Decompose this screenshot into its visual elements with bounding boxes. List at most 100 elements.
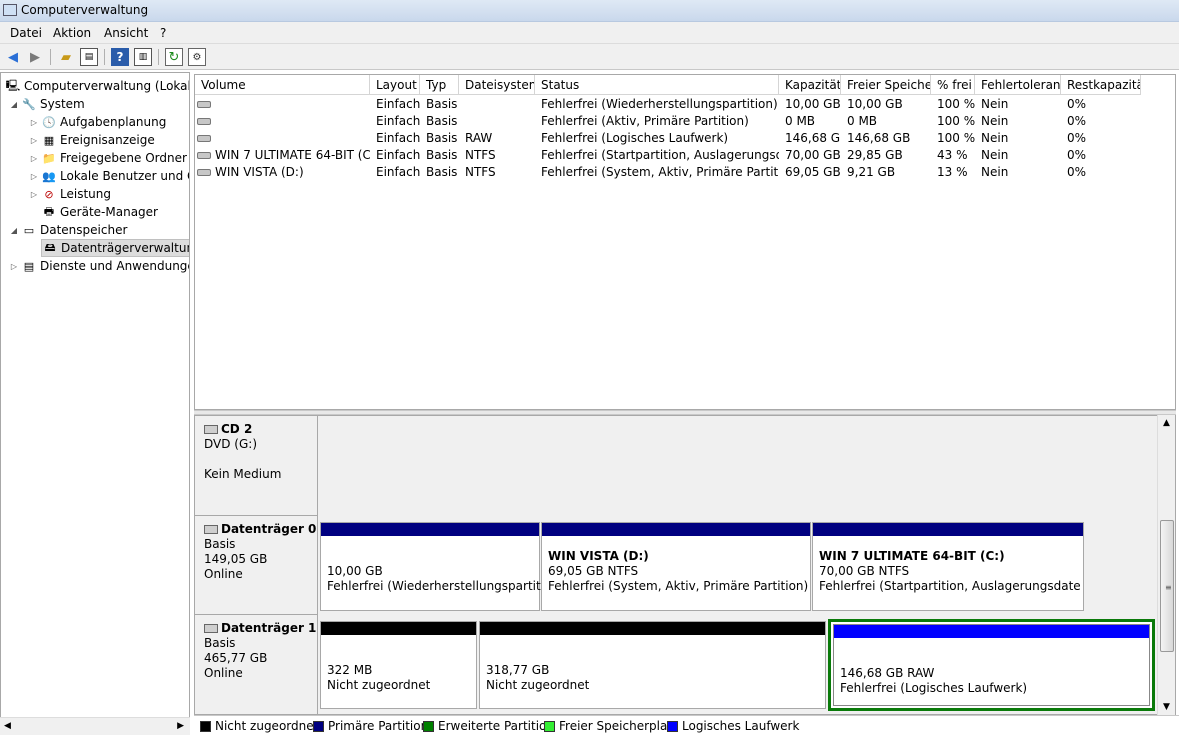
table-cell[interactable]: Einfach (370, 147, 420, 164)
scroll-right-icon[interactable]: ▶ (177, 721, 184, 731)
disk-info-disk0[interactable]: Datenträger 0 Basis 149,05 GB Online (195, 516, 318, 615)
volume-name-cell[interactable] (195, 130, 370, 147)
table-cell[interactable]: Fehlerfrei (Startpartition, Auslagerungs… (535, 147, 779, 164)
table-cell[interactable]: Basis (420, 96, 459, 113)
partition-win-vista[interactable]: WIN VISTA (D:) 69,05 GB NTFS Fehlerfrei … (541, 522, 811, 611)
table-cell[interactable]: Fehlerfrei (Aktiv, Primäre Partition) (535, 113, 779, 130)
table-cell[interactable]: 100 % (931, 96, 975, 113)
table-cell[interactable]: 10,00 GB (841, 96, 931, 113)
table-cell[interactable]: Einfach (370, 113, 420, 130)
table-cell[interactable]: 43 % (931, 147, 975, 164)
tree-horizontal-scrollbar[interactable]: ◀ ▶ (0, 717, 190, 735)
table-cell[interactable] (459, 96, 535, 113)
disk-pane-vertical-scrollbar[interactable]: ▲ ≡ ▼ (1157, 415, 1175, 715)
up-folder-icon[interactable]: ▰ (57, 48, 75, 66)
partition-logical-drive[interactable]: 146,68 GB RAW Fehlerfrei (Logisches Lauf… (833, 624, 1150, 706)
scroll-left-icon[interactable]: ◀ (4, 721, 11, 731)
menu-ansicht[interactable]: Ansicht (104, 26, 148, 40)
table-cell[interactable]: Fehlerfrei (Logisches Laufwerk) (535, 130, 779, 147)
tree-item-system[interactable]: ◢ 🔧 System (9, 95, 85, 113)
menu-aktion[interactable]: Aktion (53, 26, 91, 40)
menu-help[interactable]: ? (160, 26, 166, 40)
table-cell[interactable]: Einfach (370, 130, 420, 147)
back-arrow-icon[interactable]: ◀ (4, 48, 22, 66)
table-cell[interactable]: 0% (1061, 96, 1141, 113)
settings-icon[interactable]: ⚙ (188, 48, 206, 66)
table-cell[interactable]: Nein (975, 147, 1061, 164)
table-cell[interactable]: 13 % (931, 164, 975, 181)
table-cell[interactable] (459, 113, 535, 130)
table-cell[interactable]: 69,05 GB (779, 164, 841, 181)
expanded-arrow-icon[interactable]: ◢ (9, 226, 19, 235)
refresh-icon[interactable]: ↻ (165, 48, 183, 66)
forward-arrow-icon[interactable]: ▶ (26, 48, 44, 66)
table-cell[interactable]: Nein (975, 113, 1061, 130)
partition-unallocated-2[interactable]: 318,77 GB Nicht zugeordnet (479, 621, 826, 709)
tree-item-root[interactable]: 🖳 Computerverwaltung (Lokal) (5, 77, 189, 95)
table-cell[interactable]: 0% (1061, 147, 1141, 164)
table-cell[interactable]: Einfach (370, 164, 420, 181)
column-header-kapazitaet[interactable]: Kapazität (779, 75, 841, 95)
table-cell[interactable]: 0 MB (841, 113, 931, 130)
collapsed-arrow-icon[interactable]: ▷ (29, 190, 39, 199)
properties-icon[interactable]: ▥ (134, 48, 152, 66)
show-hide-tree-icon[interactable]: ▤ (80, 48, 98, 66)
tree-item-lokale-benutzer[interactable]: ▷👥 Lokale Benutzer und Gruppen (29, 167, 189, 185)
table-cell[interactable]: 10,00 GB (779, 96, 841, 113)
table-cell[interactable]: 146,68 GB (779, 130, 841, 147)
table-cell[interactable]: Nein (975, 164, 1061, 181)
table-cell[interactable]: 100 % (931, 130, 975, 147)
collapsed-arrow-icon[interactable]: ▷ (9, 262, 19, 271)
table-cell[interactable]: Fehlerfrei (System, Aktiv, Primäre Parti… (535, 164, 779, 181)
tree-item-geraete-manager[interactable]: 🖶 Geräte-Manager (41, 203, 158, 221)
partition-extended[interactable]: 146,68 GB RAW Fehlerfrei (Logisches Lauf… (828, 619, 1155, 711)
column-header-status[interactable]: Status (535, 75, 779, 95)
table-cell[interactable]: 100 % (931, 113, 975, 130)
collapsed-arrow-icon[interactable]: ▷ (29, 154, 39, 163)
table-cell[interactable]: 0% (1061, 164, 1141, 181)
disk-info-disk1[interactable]: Datenträger 1 Basis 465,77 GB Online (195, 615, 318, 714)
volume-name-cell[interactable]: WIN 7 ULTIMATE 64-BIT (C:) (195, 147, 370, 164)
scroll-up-icon[interactable]: ▲ (1163, 418, 1170, 428)
column-header-volume[interactable]: Volume (195, 75, 370, 95)
table-cell[interactable]: 0 MB (779, 113, 841, 130)
table-cell[interactable]: Basis (420, 113, 459, 130)
table-cell[interactable]: RAW (459, 130, 535, 147)
help-icon[interactable]: ? (111, 48, 129, 66)
table-cell[interactable]: Nein (975, 96, 1061, 113)
table-cell[interactable]: 0% (1061, 130, 1141, 147)
scroll-down-icon[interactable]: ▼ (1163, 702, 1170, 712)
tree-item-aufgabenplanung[interactable]: ▷ 🕓 Aufgabenplanung (29, 113, 166, 131)
table-cell[interactable]: Einfach (370, 96, 420, 113)
partition-recovery[interactable]: 10,00 GB Fehlerfrei (Wiederherstellungsp… (320, 522, 564, 611)
column-header-typ[interactable]: Typ (420, 75, 459, 95)
disk-info-cd2[interactable]: CD 2 DVD (G:) Kein Medium (195, 416, 318, 516)
column-header-restkapazitaet[interactable]: Restkapazität (1061, 75, 1141, 95)
table-cell[interactable]: 0% (1061, 113, 1141, 130)
tree-item-dienste[interactable]: ▷ ▤ Dienste und Anwendungen (9, 257, 189, 275)
table-cell[interactable]: Basis (420, 164, 459, 181)
column-header-layout[interactable]: Layout (370, 75, 420, 95)
tree-item-freigegebene-ordner[interactable]: ▷ 📁 Freigegebene Ordner (29, 149, 187, 167)
table-cell[interactable]: Basis (420, 130, 459, 147)
tree-item-leistung[interactable]: ▷ ⊘ Leistung (29, 185, 111, 203)
table-cell[interactable]: 146,68 GB (841, 130, 931, 147)
menu-datei[interactable]: Datei (10, 26, 42, 40)
column-header-fehlertoleranz[interactable]: Fehlertoleranz (975, 75, 1061, 95)
tree-item-ereignisanzeige[interactable]: ▷ ▦ Ereignisanzeige (29, 131, 155, 149)
table-cell[interactable]: 29,85 GB (841, 147, 931, 164)
partition-unallocated-1[interactable]: 322 MB Nicht zugeordnet (320, 621, 477, 709)
collapsed-arrow-icon[interactable]: ▷ (29, 172, 39, 181)
table-cell[interactable]: Fehlerfrei (Wiederherstellungspartition) (535, 96, 779, 113)
collapsed-arrow-icon[interactable]: ▷ (29, 136, 39, 145)
table-cell[interactable]: 70,00 GB (779, 147, 841, 164)
tree-item-datentraegerverwaltung[interactable]: 🖴 Datenträgerverwaltung (41, 239, 189, 257)
table-cell[interactable]: Nein (975, 130, 1061, 147)
table-cell[interactable]: NTFS (459, 147, 535, 164)
volume-name-cell[interactable] (195, 96, 370, 113)
collapsed-arrow-icon[interactable]: ▷ (29, 118, 39, 127)
partition-win7[interactable]: WIN 7 ULTIMATE 64-BIT (C:) 70,00 GB NTFS… (812, 522, 1084, 611)
column-header-dateisystem[interactable]: Dateisystem (459, 75, 535, 95)
volume-name-cell[interactable] (195, 113, 370, 130)
table-cell[interactable]: Basis (420, 147, 459, 164)
